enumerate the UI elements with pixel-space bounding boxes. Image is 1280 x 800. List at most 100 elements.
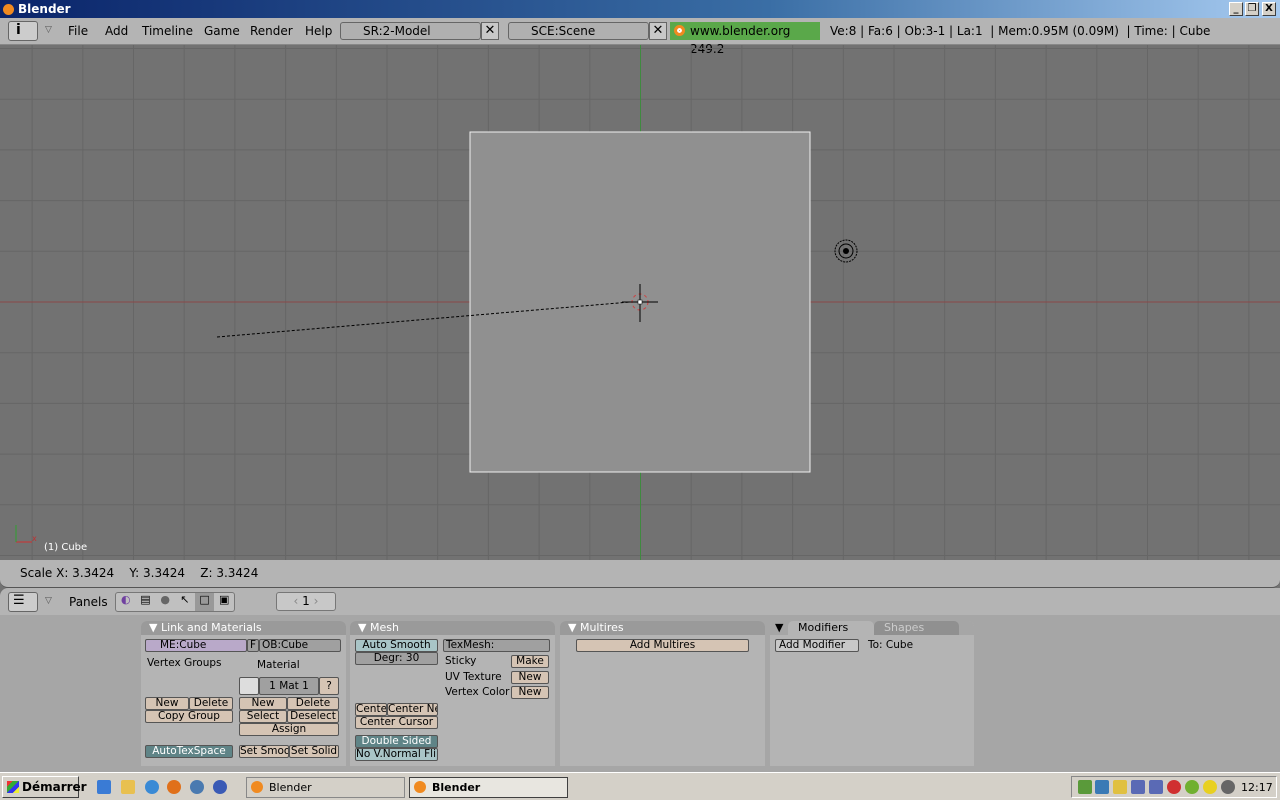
- axis-gizmo-icon: [15, 525, 32, 543]
- tab-shapes[interactable]: Shapes: [874, 621, 959, 635]
- ie-quicklaunch-icon[interactable]: [145, 780, 159, 794]
- double-sided-toggle[interactable]: Double Sided: [355, 735, 438, 748]
- deselect-button[interactable]: Deselect: [287, 710, 339, 723]
- center-cursor-button[interactable]: Center Cursor: [355, 716, 438, 729]
- tray-volume-icon[interactable]: [1221, 780, 1235, 794]
- info-header: i ▽ File Add Timeline Game Render Help S…: [0, 18, 1280, 56]
- blender-logo-icon: [674, 25, 685, 36]
- mesh-panel: ▼ Mesh Auto Smooth Degr: 30 TexMesh: Sti…: [350, 621, 555, 766]
- tray-network-disconnected-icon[interactable]: [1149, 780, 1163, 794]
- copy-group-button[interactable]: Copy Group: [145, 710, 233, 723]
- logic-tab-icon[interactable]: ◐: [116, 593, 136, 611]
- uv-texture-new-button[interactable]: New: [511, 671, 549, 684]
- tray-shield-icon[interactable]: [1167, 780, 1181, 794]
- autotexspace-toggle[interactable]: AutoTexSpace: [145, 745, 233, 758]
- select-button[interactable]: Select: [239, 710, 287, 723]
- material-color-swatch[interactable]: [239, 677, 259, 695]
- panel-title: Multires: [579, 621, 624, 634]
- object-name-field[interactable]: OB:Cube: [259, 639, 341, 652]
- texmesh-field[interactable]: TexMesh:: [443, 639, 550, 652]
- tray-network-disconnected-icon[interactable]: [1131, 780, 1145, 794]
- taskbar: Démarrer Blender Blender 12:17: [0, 772, 1280, 800]
- window-title: Blender: [18, 2, 71, 16]
- taskbar-item-blender-2[interactable]: Blender: [409, 777, 568, 798]
- system-tray: 12:17: [1071, 776, 1277, 798]
- close-button[interactable]: X: [1262, 2, 1276, 16]
- task-label: Blender: [269, 781, 312, 794]
- blender-logo-icon: [414, 781, 426, 793]
- assign-button[interactable]: Assign: [239, 723, 339, 736]
- tray-wifi-icon[interactable]: [1203, 780, 1217, 794]
- degree-slider[interactable]: Degr: 30: [355, 652, 438, 665]
- taskbar-item-blender-1[interactable]: Blender: [246, 777, 405, 798]
- scene-tab-icon[interactable]: ▣: [214, 593, 234, 611]
- status-info-bar: Scale X: 3.3424 Y: 3.3424 Z: 3.3424: [0, 560, 1280, 588]
- start-button[interactable]: Démarrer: [2, 776, 87, 798]
- viewport-canvas[interactable]: x (1) Cube: [0, 45, 1280, 560]
- shading-tab-icon[interactable]: ●: [155, 593, 175, 611]
- tray-security-icon[interactable]: [1113, 780, 1127, 794]
- delete-scene-button[interactable]: ✕: [649, 22, 667, 40]
- script-tab-icon[interactable]: ▤: [136, 593, 156, 611]
- menu-help[interactable]: Help: [305, 24, 332, 38]
- material-slot-field[interactable]: 1 Mat 1: [259, 677, 319, 695]
- maximize-button[interactable]: ❐: [1245, 2, 1259, 16]
- center-new-button[interactable]: Center Ne: [387, 703, 438, 716]
- auto-smooth-toggle[interactable]: Auto Smooth: [355, 639, 438, 652]
- desktop-quicklaunch-icon[interactable]: [97, 780, 111, 794]
- mat-delete-button[interactable]: Delete: [287, 697, 339, 710]
- modifiers-panel: ▼ Modifiers Shapes Add Modifier To: Cube: [770, 621, 974, 766]
- vertex-color-new-button[interactable]: New: [511, 686, 549, 699]
- menu-render[interactable]: Render: [250, 24, 293, 38]
- panel-header[interactable]: ▼ Multires: [560, 621, 765, 635]
- panel-header[interactable]: ▼ Mesh: [350, 621, 555, 635]
- folder-quicklaunch-icon[interactable]: [121, 780, 135, 794]
- sticky-make-button[interactable]: Make: [511, 655, 549, 668]
- tab-modifiers[interactable]: Modifiers: [788, 621, 874, 635]
- menu-file[interactable]: File: [68, 24, 88, 38]
- menu-add[interactable]: Add: [105, 24, 128, 38]
- add-modifier-button[interactable]: Add Modifier: [775, 639, 859, 652]
- context-tabs: ◐ ▤ ● ↖ □ ▣: [115, 592, 235, 612]
- fake-user-button[interactable]: F: [247, 639, 259, 652]
- tray-nvidia-icon[interactable]: [1185, 780, 1199, 794]
- screen-select[interactable]: SR:2-Model: [340, 22, 481, 40]
- messenger-quicklaunch-icon[interactable]: [190, 780, 204, 794]
- add-multires-button[interactable]: Add Multires: [576, 639, 749, 652]
- tray-key-icon[interactable]: [1095, 780, 1109, 794]
- vertex-groups-label: Vertex Groups: [147, 657, 222, 669]
- object-tab-icon[interactable]: ↖: [175, 593, 195, 611]
- panel-header: ▼ Modifiers Shapes: [770, 621, 974, 635]
- start-label: Démarrer: [22, 780, 87, 794]
- blender-logo-icon: [251, 781, 263, 793]
- delete-screen-button[interactable]: ✕: [481, 22, 499, 40]
- panel-header[interactable]: ▼ Link and Materials: [141, 621, 346, 635]
- menu-game[interactable]: Game: [204, 24, 240, 38]
- tray-app-icon[interactable]: [1078, 780, 1092, 794]
- collapse-menu-icon[interactable]: ▽: [45, 25, 52, 35]
- firefox-quicklaunch-icon[interactable]: [167, 780, 181, 794]
- editing-tab-icon[interactable]: □: [194, 593, 215, 611]
- clock: 12:17: [1241, 781, 1273, 794]
- panels-menu[interactable]: Panels: [69, 595, 108, 609]
- material-help-button[interactable]: ?: [319, 677, 339, 695]
- minimize-button[interactable]: _: [1229, 2, 1243, 16]
- scene-select[interactable]: SCE:Scene: [508, 22, 649, 40]
- editor-type-info-icon[interactable]: i: [8, 21, 38, 41]
- 3d-viewport[interactable]: x (1) Cube: [0, 45, 1280, 560]
- collapse-menu-icon[interactable]: ▽: [45, 596, 52, 606]
- vg-delete-button[interactable]: Delete: [189, 697, 233, 710]
- mat-new-button[interactable]: New: [239, 697, 287, 710]
- menu-timeline[interactable]: Timeline: [142, 24, 193, 38]
- mesh-datablock-field[interactable]: ME:Cube: [145, 639, 247, 652]
- media-player-quicklaunch-icon[interactable]: [213, 780, 227, 794]
- set-smooth-button[interactable]: Set Smoo: [239, 745, 289, 758]
- no-vnormal-flip-toggle[interactable]: No V.Normal Flip: [355, 748, 438, 761]
- frame-number-field[interactable]: ‹ 1 ›: [276, 592, 336, 611]
- vg-new-button[interactable]: New: [145, 697, 189, 710]
- centre-button[interactable]: Cente: [355, 703, 387, 716]
- editor-type-buttons-icon[interactable]: ☰: [8, 592, 38, 612]
- windows-logo-icon: [7, 781, 19, 793]
- set-solid-button[interactable]: Set Solid: [289, 745, 339, 758]
- task-label: Blender: [432, 781, 481, 794]
